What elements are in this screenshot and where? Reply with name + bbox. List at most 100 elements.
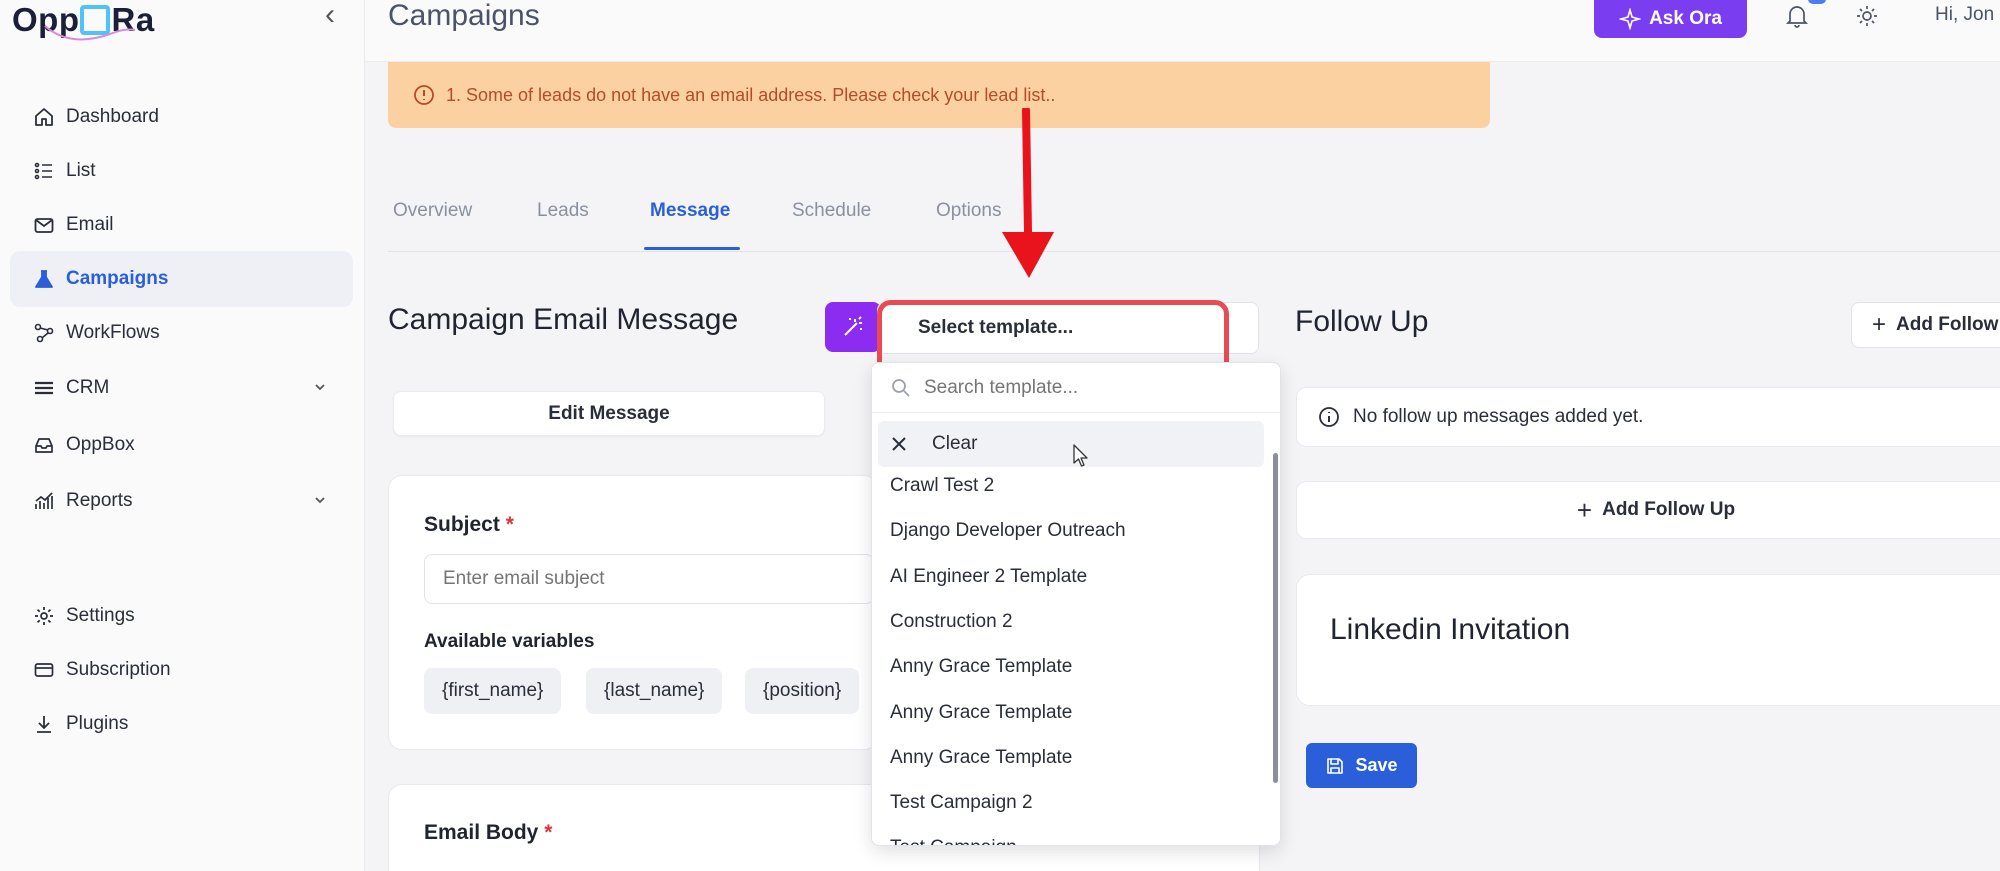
- page-title: Campaigns: [388, 0, 540, 32]
- email-body-label-text: Email Body: [424, 821, 539, 844]
- edit-message-label: Edit Message: [548, 402, 670, 424]
- alert-text: 1. Some of leads do not have an email ad…: [446, 84, 1056, 105]
- download-icon: [32, 712, 56, 736]
- card-icon: [32, 658, 56, 682]
- sidebar-item-reports[interactable]: Reports: [10, 473, 353, 529]
- variables-label: Available variables: [424, 631, 595, 652]
- variable-chip[interactable]: {last_name}: [586, 668, 723, 714]
- template-option[interactable]: Django Developer Outreach: [890, 520, 1126, 542]
- template-dropdown: Clear Crawl Test 2 Django Developer Outr…: [871, 362, 1281, 846]
- gear-icon: [32, 604, 56, 628]
- bell-icon[interactable]: [1783, 2, 1811, 30]
- template-search: [872, 363, 1280, 413]
- variable-chip[interactable]: {first_name}: [424, 668, 562, 714]
- sidebar-item-label: CRM: [66, 377, 110, 398]
- add-follow-up-top-button[interactable]: + Add Follow: [1851, 302, 2000, 348]
- ask-ora-label: Ask Ora: [1649, 8, 1722, 29]
- user-greeting[interactable]: Hi, Jon: [1935, 4, 1994, 26]
- template-option[interactable]: Anny Grace Template: [890, 702, 1072, 724]
- template-option[interactable]: Anny Grace Template: [890, 656, 1072, 678]
- dropdown-scrollbar[interactable]: [1273, 453, 1278, 783]
- sidebar-item-label: WorkFlows: [66, 322, 160, 343]
- sidebar-item-crm[interactable]: CRM: [10, 360, 353, 416]
- campaign-email-title: Campaign Email Message: [388, 303, 739, 336]
- ask-ora-button[interactable]: Ask Ora: [1594, 0, 1747, 38]
- linkedin-invitation-title: Linkedin Invitation: [1330, 613, 1571, 646]
- subject-input[interactable]: [424, 554, 874, 604]
- home-icon: [32, 105, 56, 129]
- chevron-down-icon[interactable]: [311, 491, 329, 509]
- sidebar-item-plugins[interactable]: Plugins: [10, 696, 353, 752]
- magic-wand-icon: [844, 316, 862, 336]
- annotation-arrow-icon: [1002, 108, 1054, 278]
- template-option[interactable]: Crawl Test 2: [890, 475, 994, 497]
- sidebar-item-label: Campaigns: [66, 268, 169, 289]
- tab-message[interactable]: Message: [650, 200, 730, 222]
- active-tab-indicator: [644, 247, 740, 250]
- subject-label-text: Subject: [424, 513, 500, 536]
- plus-icon: +: [1872, 311, 1887, 338]
- sidebar-item-label: Email: [66, 214, 114, 235]
- save-button[interactable]: Save: [1306, 743, 1417, 788]
- list-icon: [32, 159, 56, 183]
- sidebar-item-label: OppBox: [66, 434, 135, 455]
- template-option[interactable]: Construction 2: [890, 611, 1013, 633]
- app-logo[interactable]: Opp Ra: [12, 0, 155, 41]
- template-search-input[interactable]: [924, 376, 1224, 399]
- flask-icon: [32, 267, 56, 291]
- search-icon: [892, 378, 910, 397]
- sidebar-item-subscription[interactable]: Subscription: [10, 642, 353, 698]
- crm-icon: [32, 376, 56, 400]
- campaign-tabs: Overview Leads Message Schedule Options: [388, 186, 2000, 252]
- sidebar-item-campaigns[interactable]: Campaigns: [10, 251, 353, 307]
- sidebar-item-label: Dashboard: [66, 106, 159, 127]
- inbox-icon: [32, 433, 56, 457]
- sidebar-item-label: Settings: [66, 605, 135, 626]
- add-follow-up-label: Add Follow Up: [1602, 499, 1736, 520]
- sidebar-item-label: Reports: [66, 490, 133, 511]
- sidebar: Opp Ra ‹ Dashboard List Email Campaigns …: [0, 0, 365, 871]
- no-follow-up-notice: No follow up messages added yet.: [1296, 387, 2000, 447]
- tab-overview[interactable]: Overview: [393, 200, 472, 222]
- email-body-label: Email Body *: [424, 821, 552, 845]
- chevron-down-icon[interactable]: [311, 378, 329, 396]
- save-label: Save: [1355, 755, 1398, 775]
- sidebar-item-oppbox[interactable]: OppBox: [10, 417, 353, 473]
- mail-icon: [32, 213, 56, 237]
- edit-message-tab[interactable]: Edit Message: [393, 391, 825, 436]
- sidebar-item-dashboard[interactable]: Dashboard: [10, 89, 353, 145]
- sidebar-collapse-icon[interactable]: ‹: [318, 0, 342, 30]
- warning-alert: 1. Some of leads do not have an email ad…: [388, 62, 1490, 128]
- sidebar-item-label: List: [66, 160, 96, 181]
- follow-up-title: Follow Up: [1295, 305, 1429, 338]
- sidebar-item-settings[interactable]: Settings: [10, 588, 353, 644]
- clear-option[interactable]: Clear: [878, 421, 1264, 467]
- theme-toggle-icon[interactable]: [1853, 2, 1881, 30]
- sidebar-item-list[interactable]: List: [10, 143, 353, 199]
- save-icon: [1327, 757, 1344, 774]
- template-option[interactable]: Anny Grace Template: [890, 747, 1072, 769]
- required-mark: *: [505, 513, 514, 536]
- sparkle-icon: [1619, 8, 1642, 30]
- tab-schedule[interactable]: Schedule: [792, 200, 871, 222]
- sidebar-item-email[interactable]: Email: [10, 197, 353, 253]
- plus-icon: +: [1576, 494, 1593, 525]
- required-mark: *: [544, 821, 553, 844]
- no-follow-up-text: No follow up messages added yet.: [1353, 406, 1644, 427]
- linkedin-invitation-card: Linkedin Invitation: [1296, 574, 2000, 706]
- template-option[interactable]: Test Campaign: [890, 837, 1017, 845]
- mouse-cursor-icon: [1073, 444, 1088, 467]
- variable-chip[interactable]: {position}: [745, 668, 860, 714]
- sidebar-item-workflows[interactable]: WorkFlows: [10, 305, 353, 361]
- tab-leads[interactable]: Leads: [537, 200, 589, 222]
- ai-generate-button[interactable]: [825, 302, 881, 352]
- notification-badge: [1808, 0, 1826, 4]
- alert-circle-icon: [414, 85, 434, 105]
- clear-label: Clear: [932, 433, 978, 454]
- top-header: Campaigns Ask Ora Hi, Jon: [365, 0, 2000, 62]
- template-option[interactable]: Test Campaign 2: [890, 792, 1033, 814]
- add-follow-up-button[interactable]: + Add Follow Up: [1296, 481, 2000, 539]
- sidebar-item-label: Plugins: [66, 713, 129, 734]
- chart-icon: [32, 489, 56, 513]
- template-option[interactable]: AI Engineer 2 Template: [890, 566, 1087, 588]
